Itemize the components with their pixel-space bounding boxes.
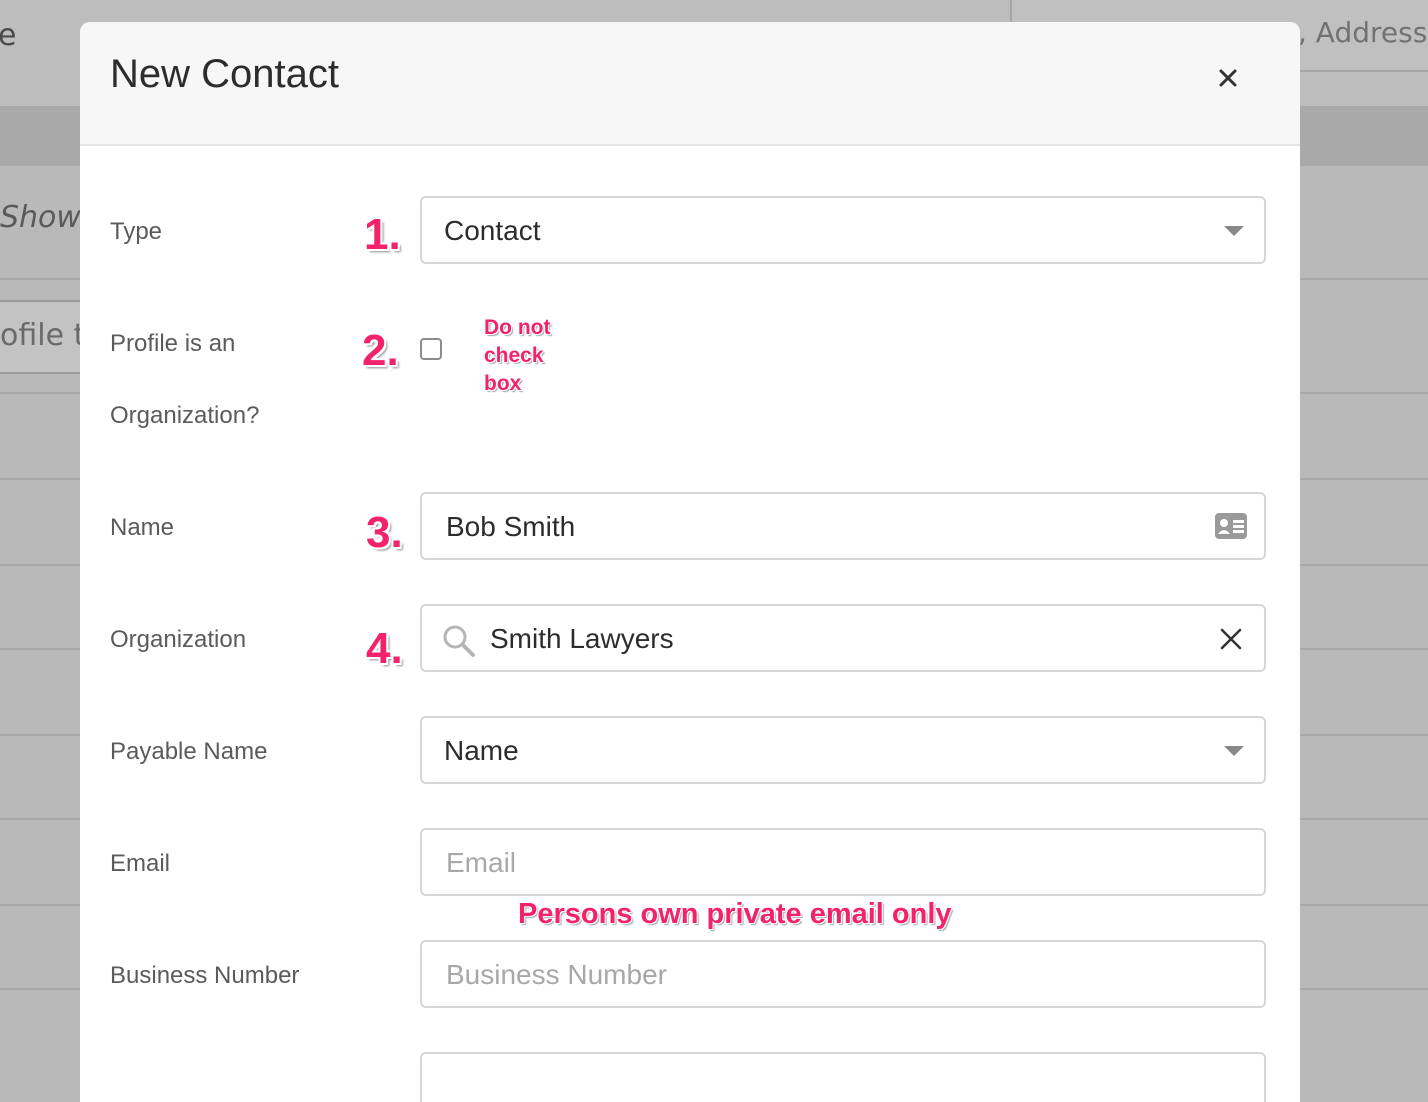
step-2-annotation: 2. (362, 326, 399, 375)
name-input-value: Bob Smith (446, 511, 576, 542)
email-label: Email (110, 850, 171, 877)
name-row: Name 3. Bob Smith (80, 492, 1300, 564)
email-row: Email Email (80, 828, 1300, 900)
business-number-row: Business Number Business Number (80, 940, 1300, 1012)
do-not-check-note-line3: box (484, 372, 522, 395)
business-number-placeholder: Business Number (446, 959, 667, 990)
is-organization-label-line1: Profile is an (110, 330, 236, 357)
do-not-check-note-line2: check (484, 344, 544, 367)
organization-label: Organization (110, 626, 247, 653)
is-organization-checkbox[interactable] (420, 338, 442, 360)
business-number-input[interactable]: Business Number (420, 940, 1266, 1008)
contact-card-icon[interactable] (1214, 512, 1248, 540)
background-partial-text: e (0, 18, 17, 53)
next-field-input[interactable] (420, 1052, 1266, 1102)
background-showing-text: Showi (0, 200, 90, 235)
close-icon (1219, 69, 1237, 87)
chevron-down-icon (1224, 226, 1244, 236)
is-organization-row: Profile is an Organization? 2. Do not ch… (80, 308, 1300, 448)
step-4-annotation: 4. (366, 624, 403, 673)
payable-name-select-value: Name (444, 735, 519, 766)
email-input[interactable]: Email (420, 828, 1266, 896)
email-note: Persons own private email only (518, 898, 952, 930)
payable-name-row: Payable Name Name (80, 716, 1300, 788)
type-select-value: Contact (444, 215, 541, 246)
name-label: Name (110, 514, 175, 541)
type-label: Type (110, 218, 163, 245)
chevron-down-icon (1224, 746, 1244, 756)
close-button[interactable] (1212, 62, 1244, 94)
modal-title: New Contact (110, 52, 339, 96)
name-input[interactable]: Bob Smith (420, 492, 1266, 560)
type-select[interactable]: Contact (420, 196, 1266, 264)
organization-row: Organization 4. Smith Lawyers (80, 604, 1300, 676)
payable-name-select[interactable]: Name (420, 716, 1266, 784)
email-placeholder: Email (446, 847, 517, 878)
business-number-label: Business Number (110, 962, 300, 989)
organization-input-value: Smith Lawyers (490, 623, 674, 654)
modal-header: New Contact (80, 22, 1300, 146)
type-row: Type 1. Contact (80, 196, 1300, 268)
do-not-check-note: Do not check box (484, 314, 550, 398)
background-search-text: , Address (1298, 16, 1428, 49)
step-3-annotation: 3. (366, 508, 403, 557)
is-organization-label-line2: Organization? (110, 402, 260, 429)
payable-name-label: Payable Name (110, 738, 268, 765)
new-contact-modal: New Contact Type 1. Contact Profile is a… (80, 22, 1300, 1102)
clear-icon[interactable] (1220, 628, 1242, 650)
search-icon (443, 625, 475, 657)
organization-search-input[interactable]: Smith Lawyers (420, 604, 1266, 672)
step-1-annotation: 1. (364, 210, 401, 259)
do-not-check-note-line1: Do not (484, 316, 551, 339)
